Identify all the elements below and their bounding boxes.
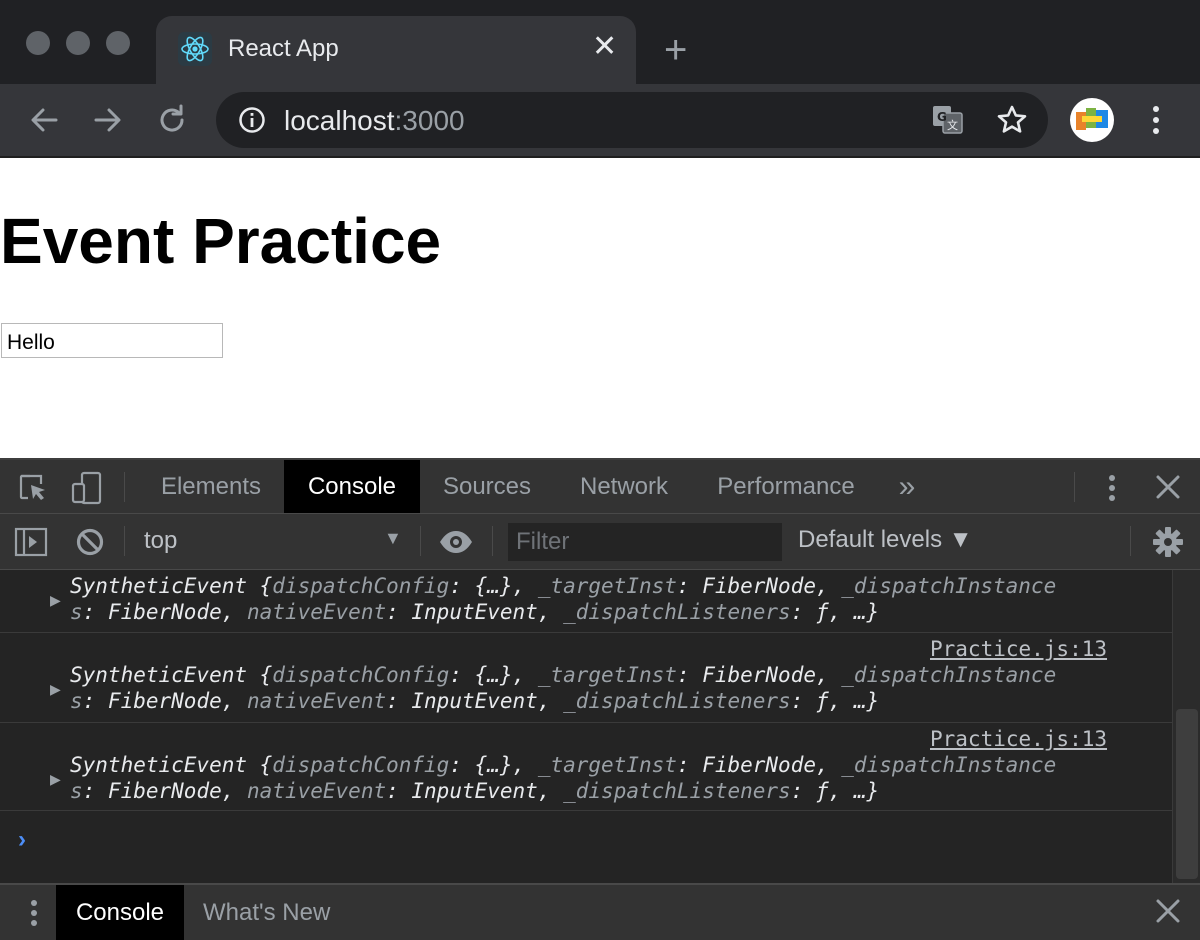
log-line-2: s: FiberNode, nativeEvent: InputEvent, _… bbox=[70, 689, 880, 713]
console-filter-input[interactable] bbox=[508, 523, 782, 561]
browser-menu-icon[interactable] bbox=[1144, 102, 1168, 138]
scrollbar-thumb[interactable] bbox=[1176, 709, 1198, 879]
close-devtools-icon[interactable] bbox=[1154, 473, 1182, 501]
device-toolbar-icon[interactable] bbox=[70, 471, 104, 505]
chevron-down-icon: ▼ bbox=[384, 528, 402, 548]
console-message: Practice.js:13 ▶ SyntheticEvent {dispatc… bbox=[0, 723, 1172, 811]
bookmark-star-icon[interactable] bbox=[996, 104, 1028, 136]
svg-text:文: 文 bbox=[947, 118, 958, 132]
reload-icon[interactable] bbox=[152, 100, 192, 140]
console-message: Practice.js:13 ▶ SyntheticEvent {dispatc… bbox=[0, 633, 1172, 723]
site-info-icon[interactable] bbox=[238, 106, 266, 134]
settings-gear-icon[interactable] bbox=[1151, 525, 1185, 559]
tab-elements[interactable]: Elements bbox=[140, 460, 282, 513]
profile-avatar[interactable] bbox=[1070, 98, 1114, 142]
url-text: localhost:3000 bbox=[284, 105, 465, 137]
window-minimize-light[interactable] bbox=[66, 31, 90, 55]
tab-network[interactable]: Network bbox=[556, 460, 692, 513]
context-value: top bbox=[144, 527, 178, 554]
inspect-element-icon[interactable] bbox=[18, 473, 48, 503]
message-input[interactable] bbox=[1, 323, 223, 358]
tab-sources[interactable]: Sources bbox=[420, 460, 554, 513]
svg-text:G: G bbox=[937, 110, 947, 124]
devtools-panel: Elements Console Sources Network Perform… bbox=[0, 458, 1200, 940]
browser-tab-active[interactable]: React App ✕ bbox=[156, 16, 636, 84]
new-tab-button[interactable]: + bbox=[664, 30, 687, 70]
devtools-tab-bar: Elements Console Sources Network Perform… bbox=[0, 460, 1200, 514]
expand-triangle-icon[interactable]: ▶ bbox=[50, 771, 61, 788]
console-message: ▶ SyntheticEvent {dispatchConfig: {…}, _… bbox=[0, 570, 1172, 633]
console-prompt-icon[interactable]: › bbox=[18, 826, 26, 854]
log-line-1: SyntheticEvent {dispatchConfig: {…}, _ta… bbox=[70, 753, 1057, 777]
window-zoom-light[interactable] bbox=[106, 31, 130, 55]
page-title: Event Practice bbox=[0, 205, 442, 277]
source-link[interactable]: Practice.js:13 bbox=[930, 637, 1107, 661]
source-link[interactable]: Practice.js:13 bbox=[930, 727, 1107, 751]
browser-tab-strip: React App ✕ + bbox=[0, 0, 1200, 84]
tab-performance[interactable]: Performance bbox=[694, 460, 878, 513]
address-bar[interactable]: localhost:3000 G文 bbox=[216, 92, 1048, 148]
drawer-tab-console[interactable]: Console bbox=[56, 885, 184, 940]
drawer-menu-icon[interactable] bbox=[22, 897, 46, 929]
log-line-2: s: FiberNode, nativeEvent: InputEvent, _… bbox=[70, 779, 880, 803]
console-toolbar: top ▼ Default levels ▼ bbox=[0, 514, 1200, 570]
live-expression-eye-icon[interactable] bbox=[438, 526, 474, 558]
context-select[interactable]: top ▼ bbox=[130, 514, 414, 569]
log-line-1: SyntheticEvent {dispatchConfig: {…}, _ta… bbox=[70, 663, 1057, 687]
translate-icon[interactable]: G文 bbox=[932, 105, 964, 135]
browser-toolbar: localhost:3000 G文 bbox=[0, 84, 1200, 158]
console-scrollbar[interactable] bbox=[1172, 570, 1200, 883]
more-tabs-icon[interactable]: » bbox=[884, 460, 930, 513]
react-logo-icon bbox=[178, 32, 212, 66]
devtools-menu-icon[interactable] bbox=[1100, 472, 1124, 504]
log-levels-dropdown[interactable]: Default levels ▼ bbox=[798, 526, 973, 554]
log-line-2: s: FiberNode, nativeEvent: InputEvent, _… bbox=[70, 600, 880, 624]
clear-console-icon[interactable] bbox=[74, 526, 106, 558]
web-page: Event Practice bbox=[0, 158, 1200, 458]
window-close-light[interactable] bbox=[26, 31, 50, 55]
expand-triangle-icon[interactable]: ▶ bbox=[50, 592, 61, 609]
url-host: localhost bbox=[284, 105, 395, 136]
expand-triangle-icon[interactable]: ▶ bbox=[50, 681, 61, 698]
drawer-tab-whats-new[interactable]: What's New bbox=[203, 885, 330, 940]
back-arrow-icon[interactable] bbox=[24, 100, 64, 140]
devtools-drawer-bar: Console What's New bbox=[0, 883, 1200, 940]
close-drawer-icon[interactable] bbox=[1155, 898, 1181, 924]
tab-title: React App bbox=[228, 35, 339, 62]
show-sidebar-icon[interactable] bbox=[14, 526, 48, 558]
tab-console[interactable]: Console bbox=[284, 460, 420, 513]
console-output: ▶ SyntheticEvent {dispatchConfig: {…}, _… bbox=[0, 570, 1172, 883]
forward-arrow-icon[interactable] bbox=[88, 100, 128, 140]
close-tab-icon[interactable]: ✕ bbox=[592, 32, 617, 62]
url-port: :3000 bbox=[394, 105, 465, 136]
log-line-1: SyntheticEvent {dispatchConfig: {…}, _ta… bbox=[70, 574, 1057, 598]
